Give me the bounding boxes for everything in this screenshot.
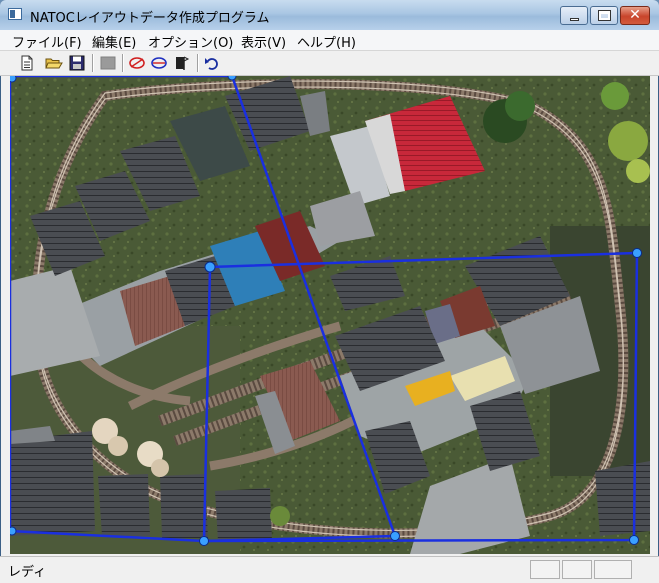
menu-view[interactable]: 表示(V) (241, 32, 286, 51)
status-panel (530, 560, 560, 579)
close-button[interactable]: ✕ (620, 6, 650, 25)
ellipse-blue-icon[interactable] (150, 54, 168, 72)
close-icon: ✕ (629, 7, 641, 23)
status-text: レディ (8, 565, 47, 580)
flag-icon[interactable] (173, 54, 191, 72)
title-bar[interactable]: NATOCレイアウトデータ作成プログラム ✕ (0, 0, 659, 31)
app-icon[interactable] (8, 8, 22, 20)
toolbar-separator (92, 54, 94, 72)
minimize-button[interactable] (560, 6, 588, 25)
open-folder-icon[interactable] (45, 54, 63, 72)
undo-icon[interactable] (203, 54, 221, 72)
ellipse-red-icon[interactable] (128, 54, 146, 72)
status-panel (562, 560, 592, 579)
save-icon[interactable] (68, 54, 86, 72)
status-bar: レディ (0, 556, 659, 583)
new-file-icon[interactable] (18, 54, 36, 72)
maximize-icon (599, 11, 610, 20)
layout-canvas[interactable] (10, 76, 650, 554)
stop-icon[interactable] (99, 54, 117, 72)
window-title: NATOCレイアウトデータ作成プログラム (30, 11, 270, 26)
status-panel (594, 560, 632, 579)
toolbar (0, 51, 659, 76)
app-window: NATOCレイアウトデータ作成プログラム ✕ ファイル(F) 編集(E) オプシ… (0, 0, 659, 583)
minimize-icon (570, 18, 579, 21)
menu-file[interactable]: ファイル(F) (12, 32, 82, 51)
toolbar-separator (122, 54, 124, 72)
maximize-button[interactable] (590, 6, 618, 25)
layout-photo[interactable] (10, 76, 650, 554)
menu-help[interactable]: ヘルプ(H) (297, 32, 356, 51)
menu-edit[interactable]: 編集(E) (92, 32, 136, 51)
toolbar-separator (197, 54, 199, 72)
menu-options[interactable]: オプション(O) (148, 32, 233, 51)
menu-bar: ファイル(F) 編集(E) オプション(O) 表示(V) ヘルプ(H) (0, 30, 659, 51)
